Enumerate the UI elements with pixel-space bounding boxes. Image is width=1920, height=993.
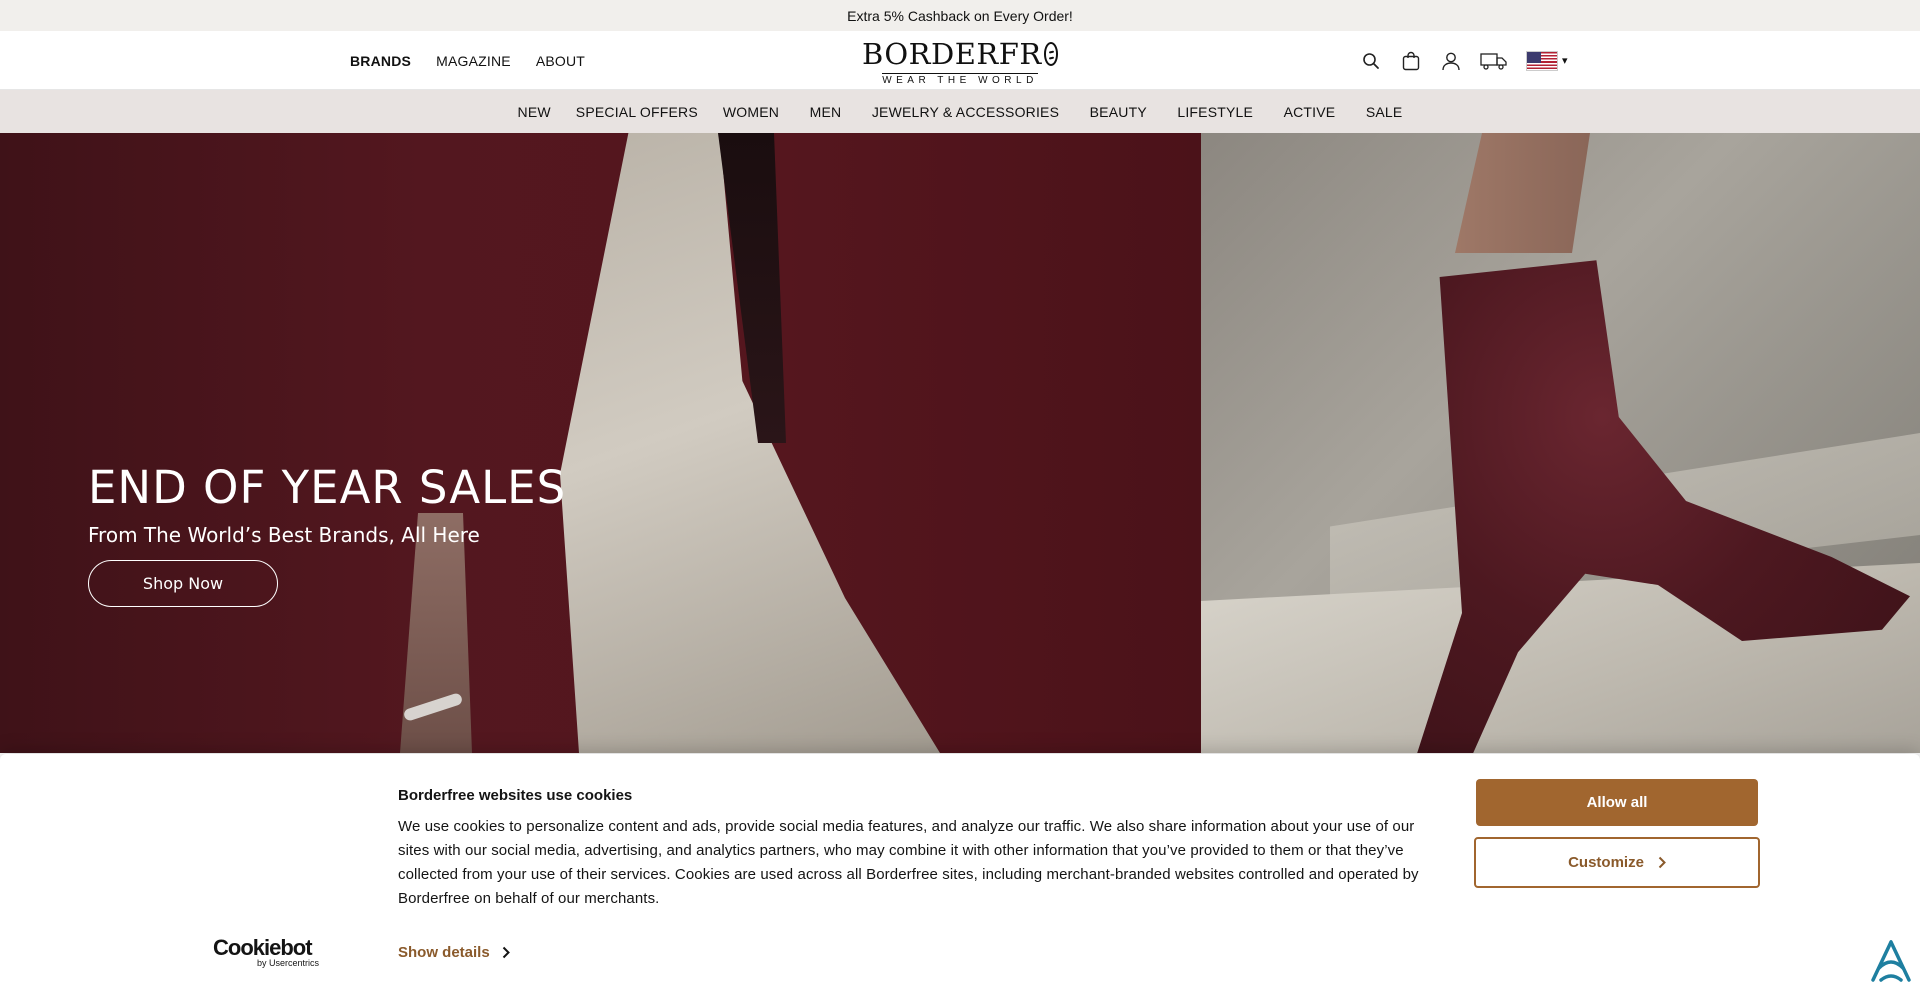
category-lifestyle[interactable]: LIFESTYLE <box>1159 104 1265 120</box>
site-header: BRANDS MAGAZINE ABOUT BORDERFR WEAR THE … <box>0 31 1920 90</box>
allow-all-button[interactable]: Allow all <box>1476 779 1758 826</box>
category-jewelry-accessories[interactable]: JEWELRY & ACCESSORIES <box>859 104 1071 120</box>
borderfree-logo[interactable]: BORDERFR WEAR THE WORLD <box>862 38 1058 86</box>
cookie-banner: Borderfree websites use cookies We use c… <box>0 754 1920 993</box>
category-nav: NEW SPECIAL OFFERS WOMEN MEN JEWELRY & A… <box>0 90 1920 133</box>
customize-label: Customize <box>1568 854 1644 871</box>
cookie-description: We use cookies to personalize content an… <box>398 818 1419 907</box>
chevron-right-icon <box>502 946 510 959</box>
category-women[interactable]: WOMEN <box>710 104 791 120</box>
shop-now-button[interactable]: Shop Now <box>88 560 278 607</box>
nav-magazine[interactable]: MAGAZINE <box>436 53 511 69</box>
header-actions: ▾ <box>1360 31 1568 90</box>
category-list: NEW SPECIAL OFFERS WOMEN MEN JEWELRY & A… <box>505 104 1415 120</box>
cookiebot-wordmark: Cookiebot <box>213 935 313 960</box>
logo-e-icon <box>1043 42 1058 66</box>
search-icon[interactable] <box>1360 50 1382 72</box>
show-details-label: Show details <box>398 944 490 961</box>
chevron-right-icon <box>1658 856 1666 869</box>
promo-bar: Extra 5% Cashback on Every Order! <box>0 0 1920 31</box>
user-icon[interactable] <box>1440 50 1462 72</box>
category-beauty[interactable]: BEAUTY <box>1072 104 1160 120</box>
logo-tagline: WEAR THE WORLD <box>882 73 1038 86</box>
cookie-title: Borderfree websites use cookies <box>398 787 633 804</box>
hero-title: END OF YEAR SALES <box>88 461 567 514</box>
truck-icon[interactable] <box>1480 50 1508 72</box>
show-details-link[interactable]: Show details <box>398 944 510 961</box>
country-dropdown-icon[interactable]: ▾ <box>1562 54 1568 67</box>
header-nav: BRANDS MAGAZINE ABOUT <box>350 31 585 90</box>
promo-text[interactable]: Extra 5% Cashback on Every Order! <box>847 8 1073 24</box>
hero-banner[interactable]: END OF YEAR SALES From The World’s Best … <box>0 133 1920 753</box>
category-sale[interactable]: SALE <box>1348 104 1415 120</box>
cookiebot-logo[interactable]: Cookiebot by Usercentrics <box>213 935 323 969</box>
nav-brands[interactable]: BRANDS <box>350 53 411 69</box>
hero-subtitle: From The World’s Best Brands, All Here <box>88 523 480 547</box>
bag-icon[interactable] <box>1400 50 1422 72</box>
logo-wordmark: BORDERFR <box>862 38 1058 70</box>
category-men[interactable]: MEN <box>792 104 860 120</box>
category-new[interactable]: NEW <box>505 104 563 120</box>
us-flag-icon[interactable] <box>1526 50 1558 71</box>
customize-button[interactable]: Customize <box>1474 837 1760 888</box>
accessibility-icon[interactable] <box>1867 938 1915 986</box>
nav-about[interactable]: ABOUT <box>536 53 585 69</box>
category-active[interactable]: ACTIVE <box>1266 104 1348 120</box>
category-special-offers[interactable]: SPECIAL OFFERS <box>563 104 710 120</box>
